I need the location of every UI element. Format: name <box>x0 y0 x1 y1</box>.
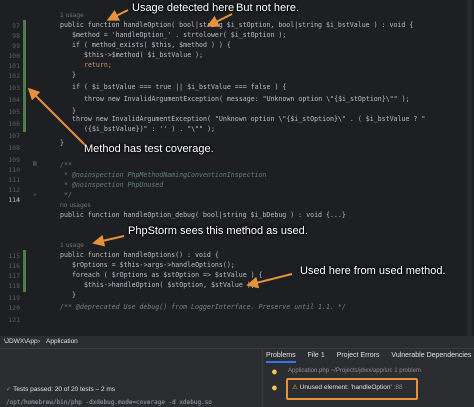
annotation-but-not-here: But not here. <box>236 2 299 14</box>
breadcrumb-class[interactable]: Application <box>46 338 78 345</box>
lightbulb-icon[interactable]: ● <box>272 383 277 392</box>
tests-status: ✓ Tests passed: 20 of 20 tests – 2 ms <box>6 385 115 393</box>
bottom-tool-panel: Problems File 1 Project Errors Vulnerable… <box>0 348 474 407</box>
tab-file-label: File <box>307 352 319 359</box>
console-output: /opt/homebrew/bin/php -dxdebug.mode=cove… <box>6 399 212 406</box>
breadcrumb-separator: › <box>38 338 41 345</box>
problem-location: :88 <box>393 384 403 391</box>
tab-file[interactable]: File 1 <box>308 352 325 359</box>
annotation-arrows <box>27 9 293 289</box>
code-editor[interactable]: 97 98 99 100 101 102 103 104 105 106 107… <box>0 0 474 336</box>
tests-passed-text: Tests passed: 20 of 20 tests – 2 ms <box>13 386 116 393</box>
check-icon: ✓ <box>6 386 12 393</box>
warning-icon: ⚠ <box>292 384 298 391</box>
annotation-test-coverage: Method has test coverage. <box>84 143 214 155</box>
lightbulb-icon[interactable]: ● <box>272 367 277 376</box>
tab-project-errors[interactable]: Project Errors <box>337 352 380 359</box>
annotation-used-here: Used here from used method. <box>300 265 446 277</box>
tab-vulnerable-dependencies[interactable]: Vulnerable Dependencies <box>391 352 471 359</box>
annotation-phpstorm-sees: PhpStorm sees this method as used. <box>128 225 308 237</box>
problem-file-node[interactable]: Application.php ~/Projects/jdwx/app/src … <box>288 368 421 374</box>
tab-problems[interactable]: Problems <box>266 352 296 363</box>
problem-text: Unused element: 'handleOption' <box>299 384 392 391</box>
breadcrumb-namespace[interactable]: \JDWX\App <box>4 338 38 345</box>
annotation-usage-detected: Usage detected here <box>132 2 235 14</box>
problems-tab-bar: Problems File 1 Project Errors Vulnerable… <box>266 352 474 363</box>
problem-item[interactable]: ⚠ Unused element: 'handleOption' :88 <box>292 383 403 391</box>
tab-file-count: 1 <box>320 352 325 359</box>
breadcrumb: \JDWX\App › Application <box>0 336 474 348</box>
panel-divider[interactable] <box>262 349 263 407</box>
